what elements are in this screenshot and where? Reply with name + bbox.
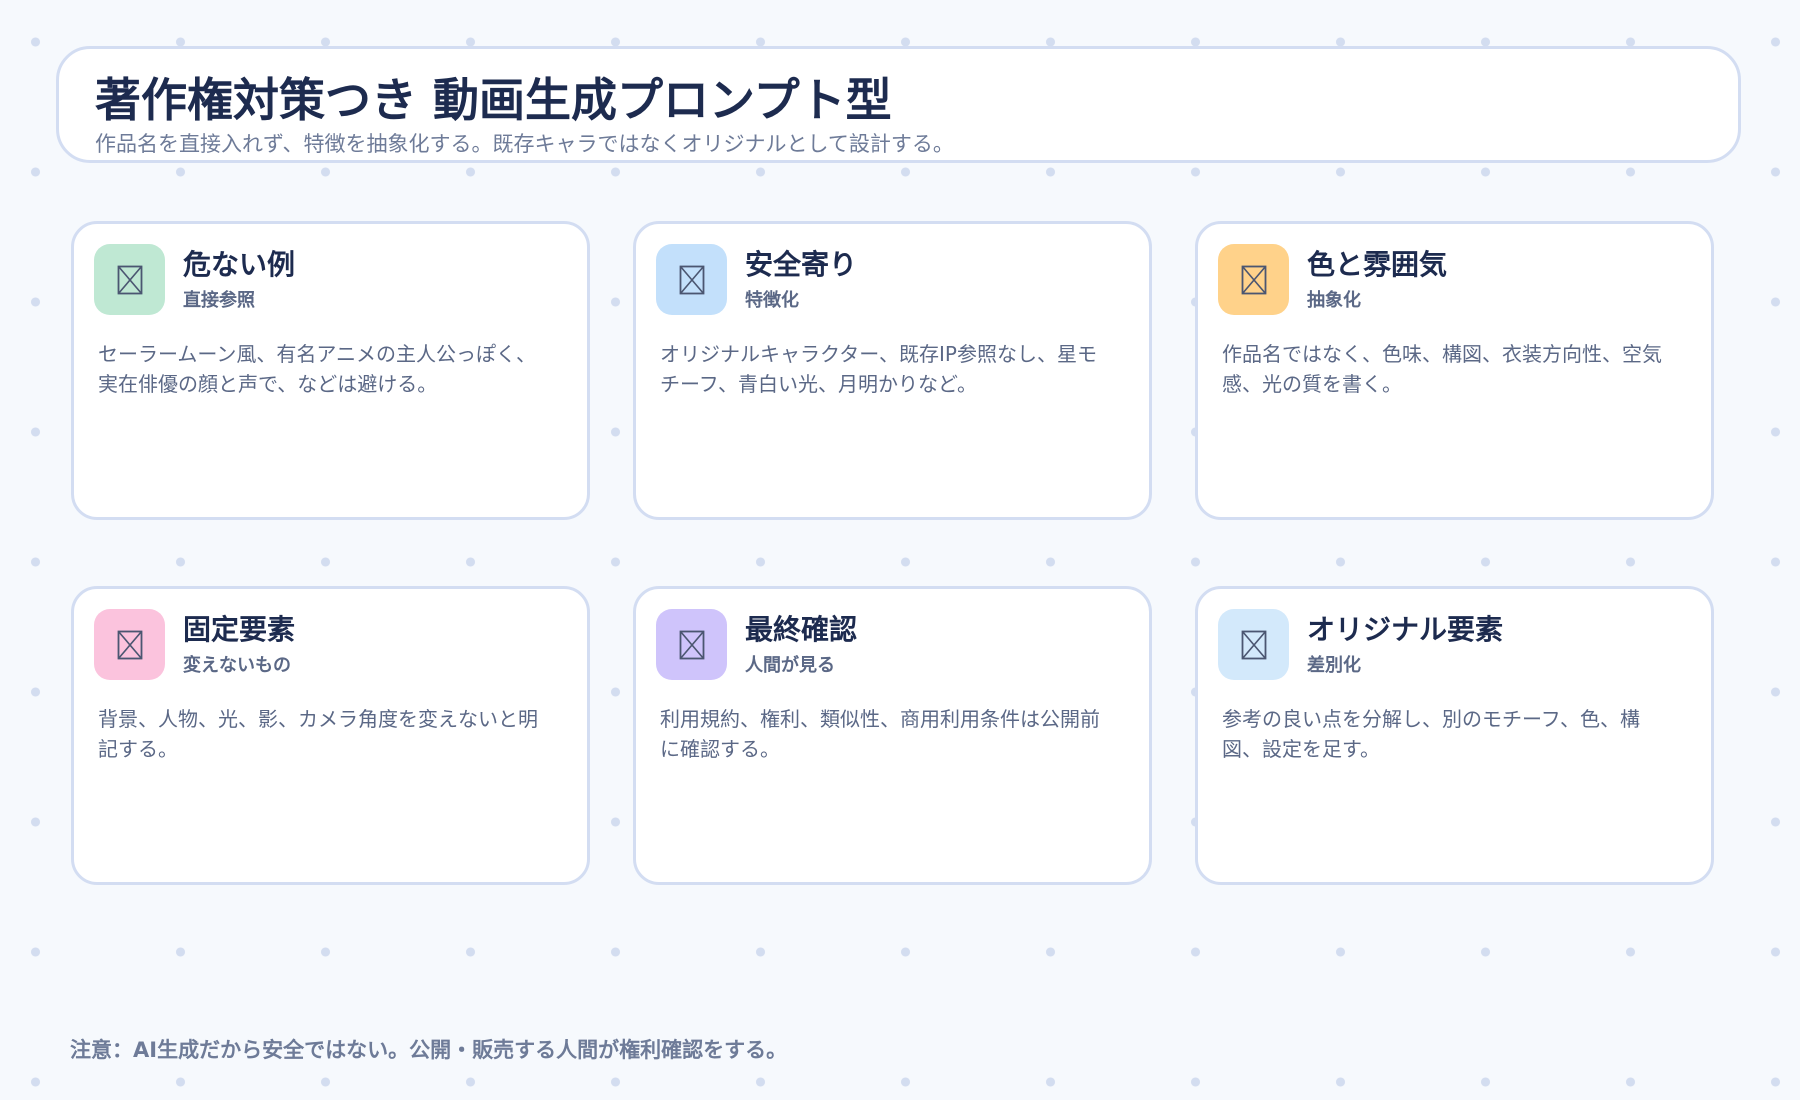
card-description: セーラームーン風、有名アニメの主人公っぽく、実在俳優の顔と声で、などは避ける。 xyxy=(98,342,536,396)
card-subtitle: 変えないもの xyxy=(183,655,291,676)
broken-image-icon xyxy=(94,244,165,315)
card-title: 危ない例 xyxy=(183,248,296,281)
page-header: 著作権対策つき 動画生成プロンプト型 作品名を直接入れず、特徴を抽象化する。既存… xyxy=(56,46,1741,163)
card-safer: 安全寄り 特徴化 オリジナルキャラクター、既存IP参照なし、星モチーフ、青白い光… xyxy=(633,221,1152,520)
card-description: 利用規約、権利、類似性、商用利用条件は公開前に確認する。 xyxy=(660,707,1100,761)
card-title: オリジナル要素 xyxy=(1307,613,1504,646)
broken-image-icon xyxy=(1218,244,1289,315)
broken-image-icon xyxy=(94,609,165,680)
page-title: 著作権対策つき 動画生成プロンプト型 xyxy=(95,73,892,127)
card-subtitle: 特徴化 xyxy=(745,290,799,311)
broken-image-icon xyxy=(656,244,727,315)
card-final-check: 最終確認 人間が見る 利用規約、権利、類似性、商用利用条件は公開前に確認する。 xyxy=(633,586,1152,885)
card-description: 作品名ではなく、色味、構図、衣装方向性、空気感、光の質を書く。 xyxy=(1222,342,1662,396)
card-description: 参考の良い点を分解し、別のモチーフ、色、構図、設定を足す。 xyxy=(1222,707,1640,761)
card-original-elements: オリジナル要素 差別化 参考の良い点を分解し、別のモチーフ、色、構図、設定を足す… xyxy=(1195,586,1714,885)
card-title: 最終確認 xyxy=(745,613,858,646)
card-title: 固定要素 xyxy=(183,613,296,646)
card-description: オリジナルキャラクター、既存IP参照なし、星モチーフ、青白い光、月明かりなど。 xyxy=(660,342,1097,396)
card-subtitle: 抽象化 xyxy=(1307,290,1361,311)
card-subtitle: 直接参照 xyxy=(183,290,255,311)
card-subtitle: 人間が見る xyxy=(745,655,835,676)
card-title: 安全寄り xyxy=(745,248,858,281)
card-description: 背景、人物、光、影、カメラ角度を変えないと明記する。 xyxy=(98,707,538,761)
card-subtitle: 差別化 xyxy=(1307,655,1361,676)
footer-note: 注意：AI生成だから安全ではない。公開・販売する人間が権利確認をする。 xyxy=(70,1038,788,1062)
broken-image-icon xyxy=(656,609,727,680)
card-title: 色と雰囲気 xyxy=(1307,248,1448,281)
card-fixed-elements: 固定要素 変えないもの 背景、人物、光、影、カメラ角度を変えないと明記する。 xyxy=(71,586,590,885)
broken-image-icon xyxy=(1218,609,1289,680)
card-dangerous-example: 危ない例 直接参照 セーラームーン風、有名アニメの主人公っぽく、実在俳優の顔と声… xyxy=(71,221,590,520)
card-color-mood: 色と雰囲気 抽象化 作品名ではなく、色味、構図、衣装方向性、空気感、光の質を書く… xyxy=(1195,221,1714,520)
page-subtitle: 作品名を直接入れず、特徴を抽象化する。既存キャラではなくオリジナルとして設計する… xyxy=(95,132,954,156)
